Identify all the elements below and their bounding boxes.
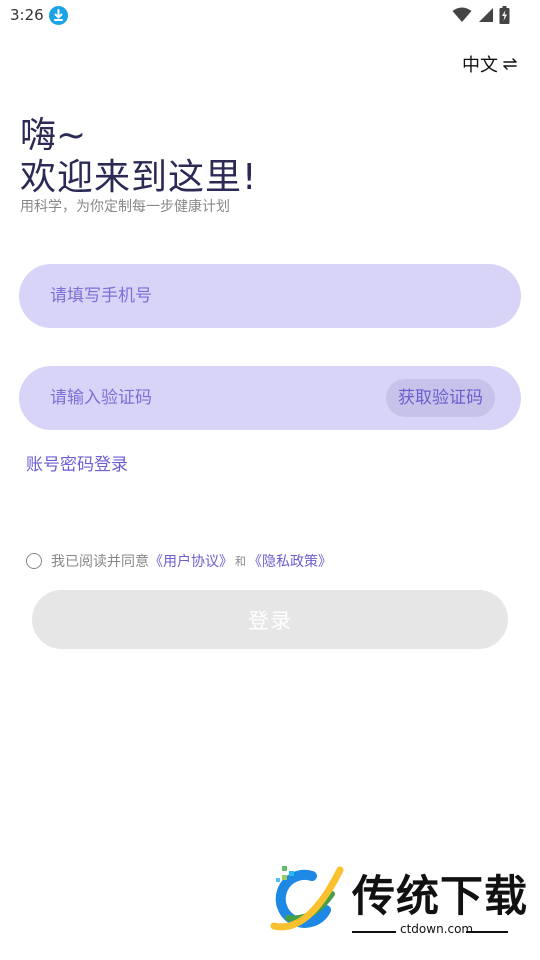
battery-charging-icon bbox=[499, 6, 510, 28]
status-time: 3:26 bbox=[10, 6, 44, 24]
agreement-row: 我已阅读并同意 《用户协议》 和 《隐私政策》 bbox=[26, 551, 332, 571]
login-screen: 3:26 中文 嗨~ 欢迎来到这里! 用科学，为你定制每一步健康计划 请填写手机… bbox=[0, 0, 540, 960]
status-bar: 3:26 bbox=[0, 0, 540, 32]
download-icon bbox=[49, 6, 68, 25]
welcome-title: 欢迎来到这里! bbox=[20, 157, 258, 198]
login-button[interactable]: 登录 bbox=[32, 590, 508, 649]
privacy-policy-link[interactable]: 《隐私政策》 bbox=[248, 551, 332, 571]
verification-code-input[interactable] bbox=[50, 366, 380, 430]
language-label: 中文 bbox=[462, 55, 498, 76]
watermark-divider-right bbox=[466, 931, 508, 933]
status-icons bbox=[452, 6, 510, 28]
watermark-url: ctdown.com bbox=[400, 922, 474, 936]
watermark-divider-left bbox=[352, 931, 396, 933]
watermark-logo-icon bbox=[268, 860, 344, 936]
swap-arrows-icon bbox=[502, 54, 518, 75]
get-code-button[interactable]: 获取验证码 bbox=[386, 379, 495, 417]
password-login-link[interactable]: 账号密码登录 bbox=[26, 450, 128, 475]
phone-input[interactable] bbox=[50, 264, 380, 328]
greeting-subtitle: 用科学，为你定制每一步健康计划 bbox=[20, 199, 230, 215]
agreement-and: 和 bbox=[235, 555, 246, 568]
greeting-title: 嗨~ bbox=[20, 115, 87, 156]
code-field: 获取验证码 bbox=[19, 366, 521, 430]
wifi-icon bbox=[452, 7, 472, 27]
language-switch[interactable]: 中文 bbox=[462, 51, 518, 77]
signal-icon bbox=[477, 7, 494, 27]
agreement-prefix: 我已阅读并同意 bbox=[51, 554, 149, 570]
phone-field bbox=[19, 264, 521, 328]
agreement-radio[interactable] bbox=[26, 553, 42, 569]
user-agreement-link[interactable]: 《用户协议》 bbox=[149, 551, 233, 571]
watermark-title: 传统下载 bbox=[352, 872, 528, 922]
